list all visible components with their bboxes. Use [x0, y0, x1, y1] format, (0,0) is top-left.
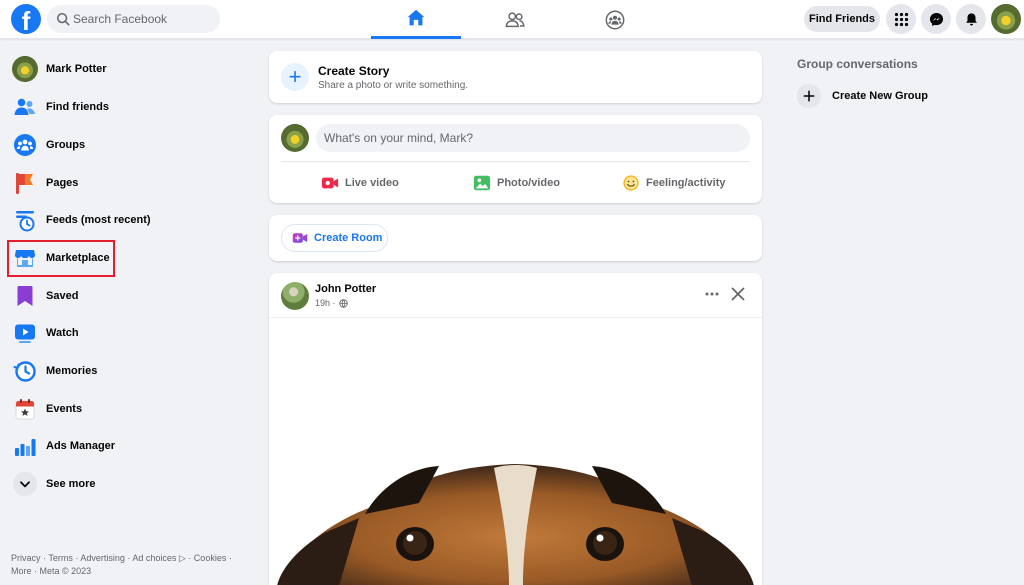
sidebar-item-pages[interactable]: Pages: [8, 165, 236, 201]
friends-icon: [505, 11, 525, 27]
post-card: John Potter 19h ·: [269, 273, 762, 585]
memories-clock-icon: [13, 361, 36, 382]
create-story-card[interactable]: + Create Story Share a photo or write so…: [269, 51, 762, 103]
dog-illustration: [277, 464, 754, 585]
messenger-icon: [929, 12, 943, 26]
notifications-button[interactable]: [956, 4, 986, 34]
pages-flag-icon: [16, 173, 33, 194]
menu-grid-icon: [894, 12, 908, 26]
whats-on-your-mind-input[interactable]: [316, 124, 750, 152]
sidebar-item-label: Ads Manager: [46, 440, 116, 452]
plus-icon: [797, 84, 821, 108]
sidebar-item-saved[interactable]: Saved: [8, 278, 236, 314]
live-video-button[interactable]: Live video: [321, 171, 399, 195]
sidebar-item-label: Pages: [46, 177, 79, 189]
facebook-logo-icon[interactable]: f: [11, 4, 41, 34]
sidebar-item-see-more[interactable]: See more: [8, 466, 236, 502]
post-photo-dog[interactable]: [269, 317, 762, 585]
tab-home[interactable]: [371, 0, 461, 39]
post-time-text: 19h ·: [315, 298, 336, 308]
composer-avatar[interactable]: [281, 124, 309, 152]
post-timestamp[interactable]: 19h ·: [315, 298, 348, 308]
groups-icon: [605, 10, 625, 29]
action-label: Feeling/activity: [646, 177, 726, 189]
sidebar-item-groups[interactable]: Groups: [8, 127, 236, 163]
sidebar-item-label: Groups: [46, 139, 86, 151]
globe-icon: [338, 298, 348, 308]
create-room-label: Create Room: [314, 232, 383, 244]
ads-manager-chart-icon: [15, 439, 36, 456]
marketplace-highlight-box: [7, 240, 115, 277]
notifications-bell-icon: [965, 12, 977, 25]
group-conversations-heading: Group conversations: [797, 57, 918, 71]
create-new-group-label: Create New Group: [832, 90, 928, 102]
footer-line[interactable]: More · Meta © 2023: [11, 565, 246, 578]
post-author-name[interactable]: John Potter: [315, 283, 376, 295]
close-icon[interactable]: [729, 285, 747, 303]
tab-friends[interactable]: [470, 0, 560, 39]
plus-icon: +: [281, 63, 309, 91]
create-story-subtitle: Share a photo or write something.: [318, 80, 469, 91]
sidebar-item-label: Feeds (most recent): [46, 214, 151, 226]
search-box[interactable]: [47, 5, 220, 33]
chevron-down-icon: [20, 481, 30, 488]
sidebar-item-feeds[interactable]: Feeds (most recent): [8, 202, 236, 238]
photo-video-icon: [473, 175, 491, 191]
sidebar-item-watch[interactable]: Watch: [8, 315, 236, 351]
find-friends-button[interactable]: Find Friends: [804, 6, 880, 32]
action-label: Live video: [345, 177, 399, 189]
watch-play-icon: [15, 324, 35, 343]
create-new-group-button[interactable]: Create New Group: [797, 84, 928, 108]
feeling-activity-button[interactable]: Feeling/activity: [622, 171, 725, 195]
sidebar-item-label: Memories: [46, 365, 98, 377]
live-video-icon: [321, 177, 339, 189]
sidebar-item-label: Events: [46, 403, 83, 415]
photo-video-button[interactable]: Photo/video: [473, 171, 560, 195]
action-label: Photo/video: [497, 177, 560, 189]
search-icon: [56, 12, 70, 26]
top-navigation-bar: f Find Friends: [0, 0, 1024, 39]
groups-icon: [14, 134, 36, 156]
create-room-button[interactable]: Create Room: [281, 224, 388, 252]
find-friends-icon: [14, 98, 35, 115]
sidebar-item-profile[interactable]: Mark Potter: [8, 51, 236, 87]
post-author-avatar[interactable]: [281, 282, 309, 310]
sidebar-item-label: See more: [46, 478, 96, 490]
create-room-card: Create Room: [269, 215, 762, 261]
create-story-title: Create Story: [318, 64, 390, 78]
search-input[interactable]: [73, 5, 213, 33]
sidebar-item-label: Mark Potter: [46, 63, 107, 75]
footer-links: Privacy · Terms · Advertising · Ad choic…: [11, 552, 246, 578]
sidebar-item-events[interactable]: Events: [8, 391, 236, 427]
home-icon: [407, 9, 425, 26]
messenger-button[interactable]: [921, 4, 951, 34]
more-options-icon[interactable]: [703, 285, 721, 303]
sidebar-item-ads-manager[interactable]: Ads Manager: [8, 428, 236, 464]
sidebar-item-label: Watch: [46, 327, 79, 339]
post-composer: Live video Photo/video Feeling/activity: [269, 115, 762, 203]
tab-groups[interactable]: [570, 0, 660, 39]
profile-avatar: [12, 56, 38, 82]
footer-line[interactable]: Privacy · Terms · Advertising · Ad choic…: [11, 552, 246, 565]
events-calendar-icon: [15, 399, 35, 420]
sidebar-item-find-friends[interactable]: Find friends: [8, 89, 236, 125]
sidebar-item-label: Find friends: [46, 101, 109, 113]
menu-button[interactable]: [886, 4, 916, 34]
sidebar-item-memories[interactable]: Memories: [8, 353, 236, 389]
saved-bookmark-icon: [17, 286, 33, 306]
sidebar-item-label: Saved: [46, 290, 79, 302]
account-avatar[interactable]: [991, 4, 1021, 34]
feeds-clock-icon: [16, 211, 35, 232]
divider: [281, 161, 750, 162]
feeling-emoji-icon: [623, 175, 639, 191]
video-room-icon: [292, 233, 308, 243]
